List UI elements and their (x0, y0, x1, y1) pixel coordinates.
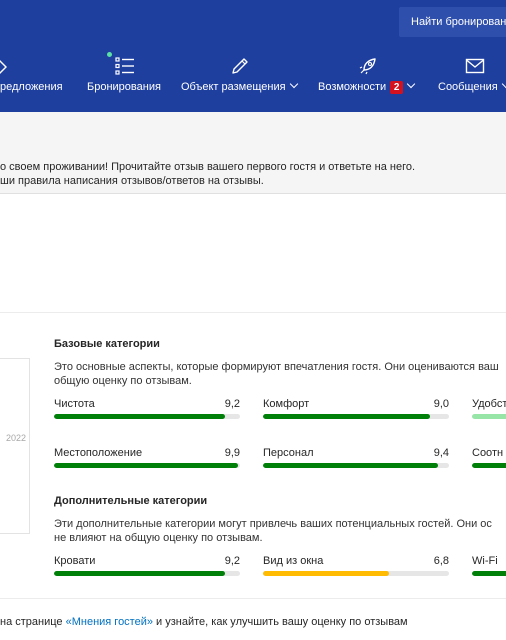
basic-categories-title: Базовые категории (54, 338, 160, 350)
metric-track (472, 414, 506, 419)
basic-desc-line-2: общую оценку по отзывам. (54, 375, 192, 387)
metric-track (263, 414, 449, 419)
pencil-icon (232, 58, 248, 74)
metric-value: 9,4 (433, 447, 449, 459)
page: Найти бронирован редложения Бронирования (0, 0, 506, 640)
metric-track (54, 414, 240, 419)
metric-comfort: Комфорт 9,0 (263, 398, 449, 422)
metric-value: 6,8 (433, 555, 449, 567)
metric-view: Вид из окна 6,8 (263, 555, 449, 579)
notice-line-2: ши правила написания отзывов/ответов на … (0, 175, 264, 187)
metric-value: 9,2 (224, 555, 240, 567)
section-divider (0, 598, 506, 599)
card-date-year: 2022 (6, 433, 27, 443)
basic-desc-line-1: Это основные аспекты, которые формируют … (54, 361, 499, 373)
metric-fill (472, 414, 506, 419)
hint-suffix: и узнайте, как улучшить вашу оценку по о… (152, 616, 408, 628)
metric-label: Комфорт (263, 398, 310, 410)
metric-track (472, 463, 506, 468)
metric-label: Персонал (263, 447, 314, 459)
nav-item-property[interactable]: Объект размещения (181, 50, 301, 95)
metric-value: 9,2 (224, 398, 240, 410)
nav-item-opportunities[interactable]: Возможности 2 (318, 50, 428, 95)
metric-label: Чистота (54, 398, 95, 410)
metric-location: Местоположение 9,9 (54, 447, 240, 471)
nav-label-property: Объект размещения (181, 79, 298, 93)
metric-label: Вид из окна (263, 555, 324, 567)
notification-dot (107, 52, 112, 57)
metric-label: Wi-Fi (472, 555, 498, 567)
extra-desc-line-2: не влияют на общую оценку по отзывам. (54, 532, 263, 544)
metric-track (54, 571, 240, 576)
nav-item-offers[interactable]: редложения (0, 50, 72, 95)
metric-wifi: Wi-Fi (472, 555, 506, 579)
metric-value: 9,9 (224, 447, 240, 459)
notice-line-1: о своем проживании! Прочитайте отзыв ваш… (0, 161, 416, 173)
nav-label-opportunities: Возможности 2 (318, 79, 416, 94)
metric-value-for-money: Соотн (472, 447, 506, 471)
metric-fill (263, 571, 390, 576)
metric-fill (54, 571, 226, 576)
metric-beds: Кровати 9,2 (54, 555, 240, 579)
section-divider (0, 312, 506, 313)
list-icon (115, 57, 134, 75)
basic-categories-description: Это основные аспекты, которые формируют … (54, 360, 499, 388)
metric-facilities: Удобст (472, 398, 506, 422)
metric-label: Удобст (472, 398, 506, 410)
metric-track (263, 571, 449, 576)
metric-fill (472, 571, 506, 576)
metric-fill (472, 463, 506, 468)
chevron-down-icon (289, 79, 298, 89)
extra-categories-title: Дополнительные категории (54, 495, 208, 507)
metric-track (54, 463, 240, 468)
envelope-icon (465, 58, 485, 74)
metric-fill (263, 463, 438, 468)
review-score-card (0, 358, 30, 534)
metric-label: Соотн (472, 447, 504, 459)
metric-value: 9,0 (433, 398, 449, 410)
metric-staff: Персонал 9,4 (263, 447, 449, 471)
opportunities-badge: 2 (390, 81, 404, 94)
nav-label-bookings: Бронирования (87, 81, 161, 93)
guest-reviews-hint: на странице «Мнения гостей» и узнайте, к… (0, 616, 408, 628)
metric-track (263, 463, 449, 468)
nav-item-bookings[interactable]: Бронирования (87, 50, 167, 95)
metric-label: Кровати (54, 555, 96, 567)
nav-label-messages: Сообщения (438, 79, 506, 93)
tag-icon (0, 60, 7, 74)
metric-label: Местоположение (54, 447, 143, 459)
top-navigation-bar: Найти бронирован редложения Бронирования (0, 0, 506, 112)
rocket-icon (359, 58, 376, 75)
metric-fill (54, 414, 226, 419)
metric-fill (263, 414, 431, 419)
nav-item-messages[interactable]: Сообщения (438, 50, 506, 95)
extra-desc-line-1: Эти дополнительные категории могут привл… (54, 518, 492, 530)
notice-message: о своем проживании! Прочитайте отзыв ваш… (0, 160, 415, 188)
metric-cleanliness: Чистота 9,2 (54, 398, 240, 422)
chevron-down-icon (406, 79, 416, 89)
hint-prefix: на странице (0, 616, 66, 628)
metric-track (472, 571, 506, 576)
metric-fill (54, 463, 239, 468)
guest-reviews-link[interactable]: «Мнения гостей» (66, 616, 153, 628)
chevron-down-icon (501, 79, 506, 89)
find-booking-button[interactable]: Найти бронирован (399, 7, 506, 37)
nav-label-offers: редложения (0, 81, 63, 93)
extra-categories-description: Эти дополнительные категории могут привл… (54, 517, 492, 545)
